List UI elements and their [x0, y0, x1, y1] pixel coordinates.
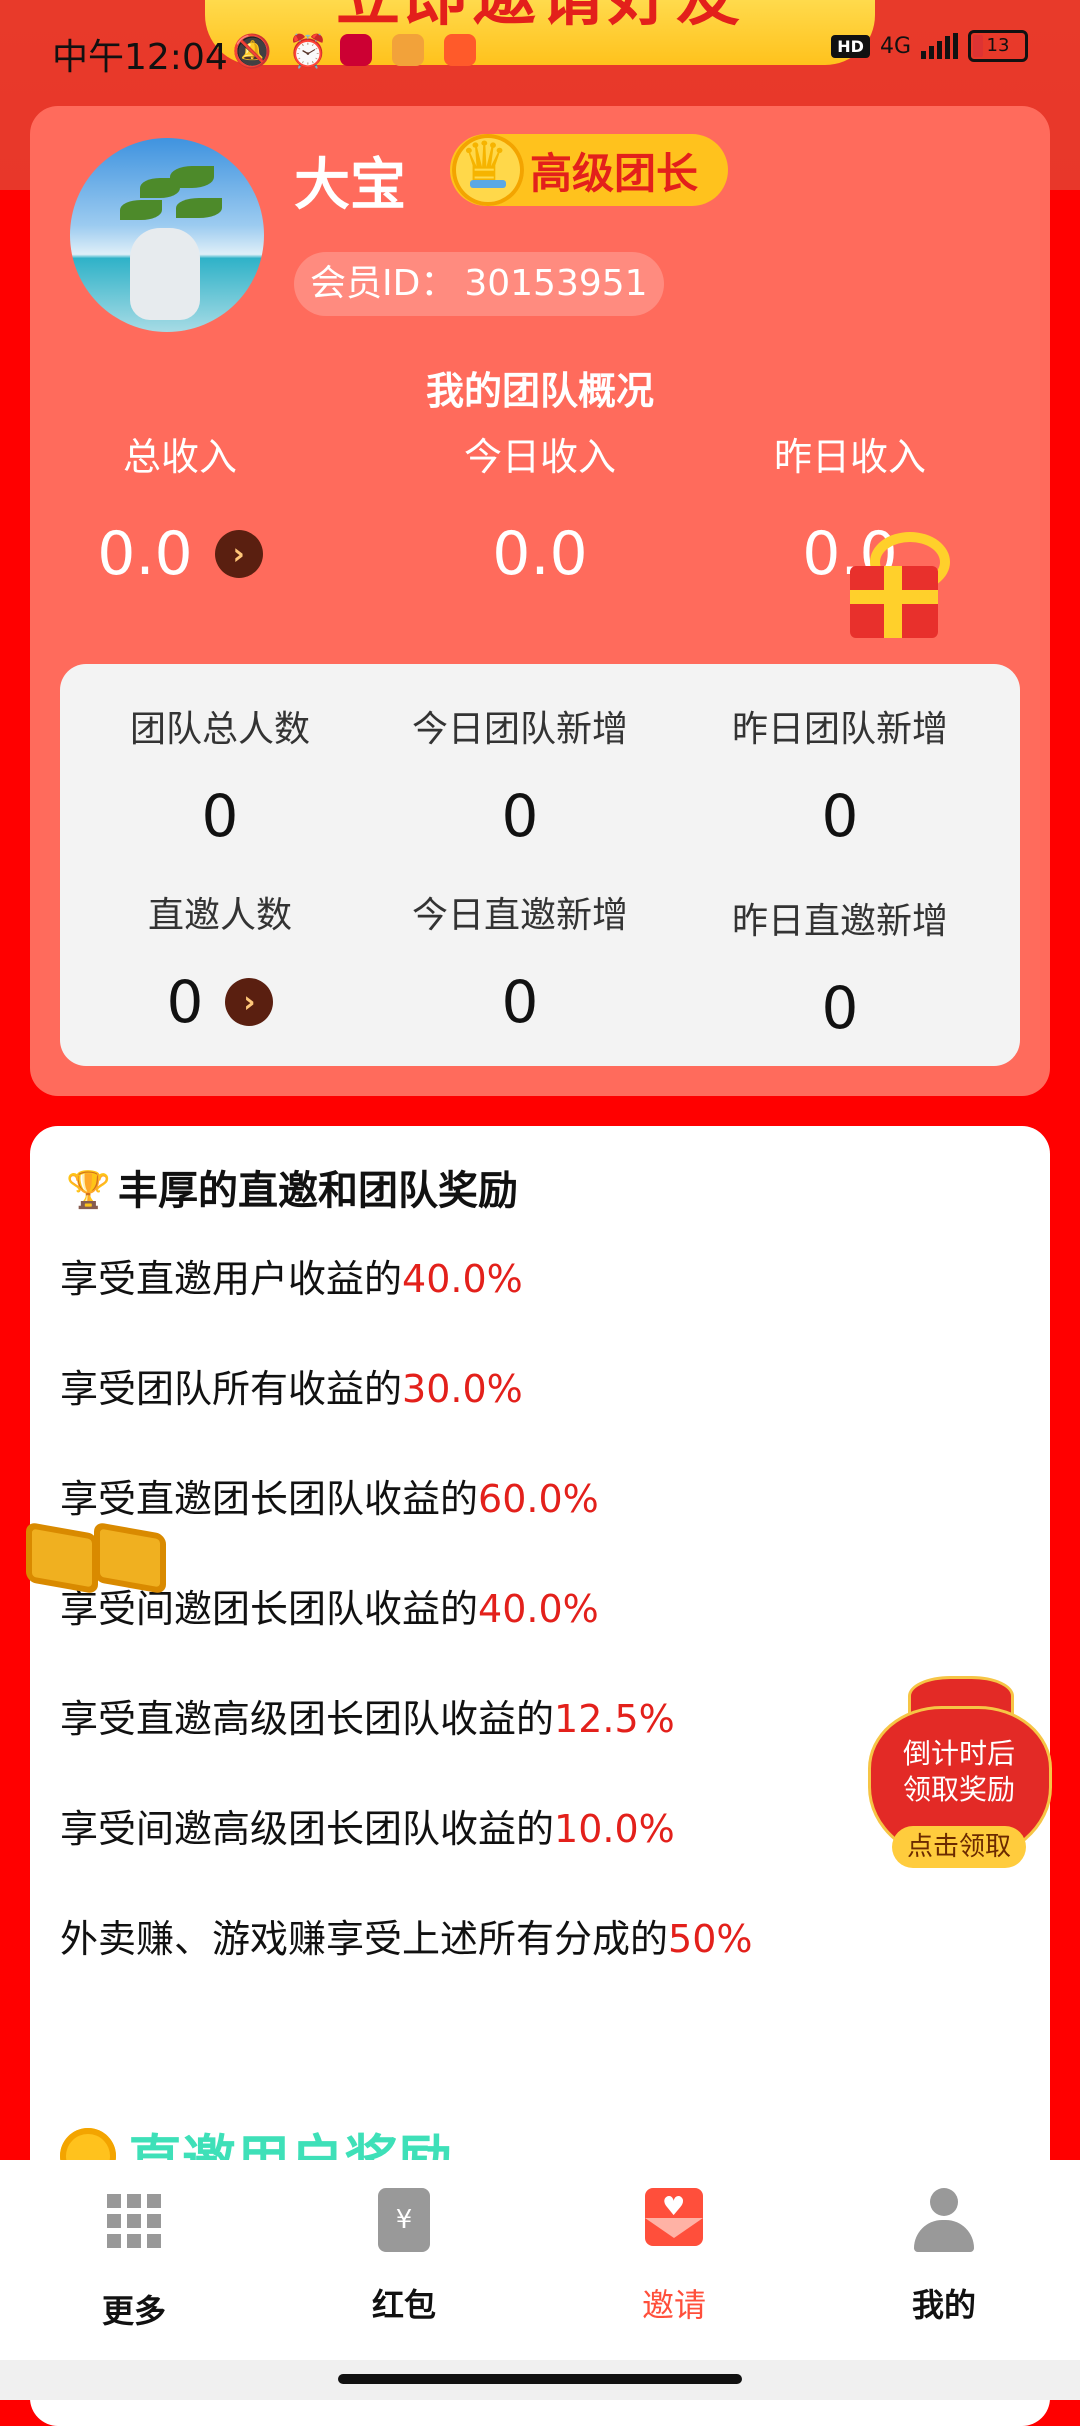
countdown-line-1: 倒计时后: [902, 1737, 1015, 1770]
income-total[interactable]: 总收入 0.0 ›: [30, 426, 330, 589]
app-notification-icon: [392, 34, 424, 66]
stat-value: 0: [821, 974, 859, 1042]
member-id-value: 30153951: [464, 263, 648, 304]
rank-label: 高级团长: [530, 148, 699, 198]
stat-value: 0: [821, 782, 859, 850]
status-time: 中午12:04: [52, 37, 228, 78]
nav-label: 我的: [911, 2286, 976, 2324]
invite-envelope-icon: [642, 2188, 706, 2252]
reward-percent: 40.0%: [478, 1587, 599, 1631]
reward-line: 享受直邀用户收益的40.0%: [60, 1257, 523, 1301]
status-bar: 中午12:04 🔕 ⏰ HD 4G 13: [0, 0, 1080, 100]
avatar[interactable]: [70, 138, 264, 332]
rank-badge: 高级团长: [450, 130, 729, 206]
stat-label: 今日直邀新增: [411, 895, 628, 936]
rewards-title: 丰厚的直邀和团队奖励: [66, 1158, 518, 1216]
stat-label: 直邀人数: [147, 895, 292, 936]
countdown-line-2: 领取奖励: [902, 1773, 1015, 1806]
reward-line: 享受直邀团长团队收益的60.0%: [60, 1477, 599, 1521]
sunglasses-icon: [22, 1520, 166, 1600]
stat-team-yesterday: 昨日团队新增 0: [680, 700, 1000, 850]
trophy-icon: [66, 1166, 108, 1208]
nav-item-red-envelope[interactable]: ¥ 红包: [304, 2188, 504, 2326]
stat-label: 团队总人数: [129, 709, 310, 750]
team-overview-title: 我的团队概况: [425, 369, 654, 413]
reward-percent: 30.0%: [402, 1367, 523, 1411]
stat-direct-today: 今日直邀新增 0: [360, 886, 680, 1036]
nav-item-mine[interactable]: 我的: [844, 2188, 1044, 2326]
stat-value: 0: [166, 968, 204, 1036]
reward-line: 享受团队所有收益的30.0%: [60, 1367, 523, 1411]
reward-percent: 10.0%: [554, 1807, 675, 1851]
battery-icon: 13: [968, 30, 1028, 62]
stat-direct-total[interactable]: 直邀人数 0 ›: [60, 886, 380, 1036]
reward-line: 外卖赚、游戏赚享受上述所有分成的50%: [60, 1917, 753, 1961]
network-label: 4G: [879, 33, 911, 59]
nav-label: 邀请: [641, 2286, 706, 2324]
countdown-reward-bag[interactable]: 倒计时后 领取奖励 点击领取: [868, 1676, 1052, 1872]
income-today: 今日收入 0.0: [390, 426, 690, 589]
stat-label: 昨日直邀新增: [731, 901, 948, 942]
income-value: 0.0: [97, 519, 193, 589]
hd-icon: HD: [831, 34, 870, 58]
reward-line: 享受间邀高级团长团队收益的10.0%: [60, 1807, 675, 1851]
countdown-text: 倒计时后 领取奖励: [868, 1736, 1050, 1808]
person-icon: [912, 2188, 976, 2252]
signal-icon: [921, 33, 958, 59]
team-stats-panel: 团队总人数 0 今日团队新增 0 昨日团队新增 0 直邀人数 0 › 今日直邀新增…: [60, 664, 1020, 1066]
claim-button[interactable]: 点击领取: [892, 1826, 1026, 1868]
mute-icon: 🔕: [232, 32, 272, 70]
home-indicator[interactable]: [338, 2374, 742, 2384]
app-notification-icon: [340, 34, 372, 66]
reward-percent: 50%: [668, 1917, 753, 1961]
nav-item-more[interactable]: 更多: [34, 2188, 234, 2332]
bottom-nav: 更多 ¥ 红包 邀请 我的: [0, 2160, 1080, 2360]
reward-line: 享受直邀高级团长团队收益的12.5%: [60, 1697, 675, 1741]
nav-label: 红包: [371, 2286, 436, 2324]
reward-percent: 40.0%: [402, 1257, 523, 1301]
stat-label: 昨日团队新增: [731, 709, 948, 750]
member-id-label: 会员ID：: [310, 263, 457, 304]
nav-label: 更多: [101, 2292, 166, 2330]
profile-card: 大宝 高级团长 会员ID：30153951 我的团队概况 总收入 0.0 › 今日…: [30, 106, 1050, 1096]
stat-value: 0: [201, 782, 239, 850]
battery-level: 13: [986, 35, 1010, 56]
stat-team-total: 团队总人数 0: [60, 700, 380, 850]
stat-direct-yesterday: 昨日直邀新增 0: [680, 892, 1000, 1042]
rewards-title-text: 丰厚的直邀和团队奖励: [118, 1168, 518, 1214]
nav-item-invite[interactable]: 邀请: [574, 2188, 774, 2326]
reward-percent: 12.5%: [554, 1697, 675, 1741]
app-notification-icon: [444, 34, 476, 66]
income-label: 昨日收入: [773, 435, 926, 479]
status-right: HD 4G 13: [831, 30, 1028, 62]
stat-team-today: 今日团队新增 0: [360, 700, 680, 850]
income-label: 今日收入: [463, 435, 616, 479]
alarm-icon: ⏰: [288, 32, 328, 70]
stat-label: 今日团队新增: [411, 709, 628, 750]
crown-icon: [452, 130, 524, 206]
stat-value: 0: [501, 968, 539, 1036]
grid-icon: [102, 2194, 166, 2258]
chevron-right-icon[interactable]: ›: [225, 978, 274, 1026]
income-value: 0.0: [492, 519, 588, 589]
reward-percent: 60.0%: [478, 1477, 599, 1521]
red-envelope-icon: ¥: [372, 2188, 436, 2252]
gift-box-icon[interactable]: [840, 526, 950, 646]
member-id: 会员ID： 30153951: [294, 252, 664, 316]
username: 大宝: [294, 153, 406, 218]
income-label: 总收入: [122, 435, 237, 479]
chevron-right-icon[interactable]: ›: [214, 530, 263, 578]
stat-value: 0: [501, 782, 539, 850]
